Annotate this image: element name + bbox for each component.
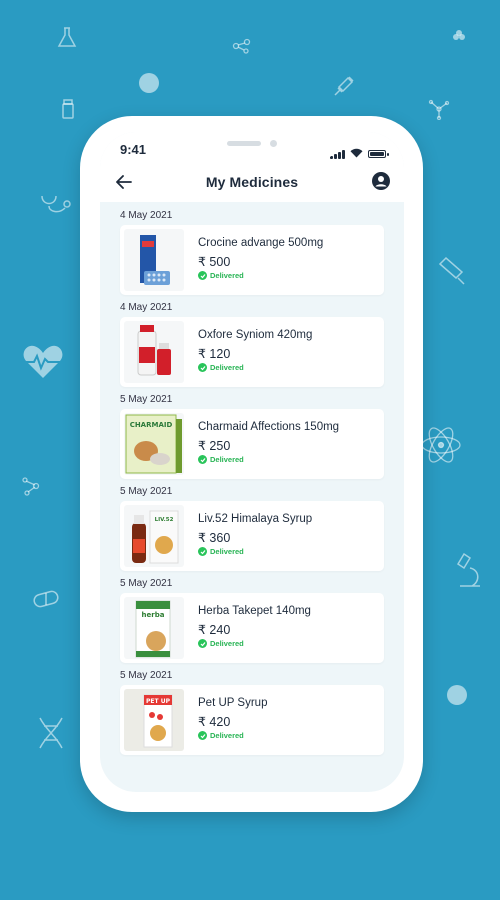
wifi-icon	[350, 145, 363, 163]
medicine-name: Oxfore Syniom 420mg	[198, 329, 313, 341]
heartbeat-icon	[22, 344, 64, 384]
package-label: PET UP	[146, 698, 171, 705]
medicine-price: ₹ 120	[198, 347, 231, 361]
medicine-card[interactable]: CHARMAID Charmaid Affections 150mg ₹ 250…	[120, 409, 384, 479]
medicine-card[interactable]: PET UP Pet UP Syrup ₹ 420 Delivered	[120, 685, 384, 755]
order-group: 4 May 2021 Crocine advange 500mg ₹ 500 D…	[120, 210, 384, 295]
medicine-name: Pet UP Syrup	[198, 697, 268, 709]
order-group: 4 May 2021 Oxfore Syniom 420mg ₹ 120 Del…	[120, 302, 384, 387]
delivery-status: Delivered	[198, 731, 244, 740]
stethoscope-icon	[40, 192, 74, 220]
check-circle-icon	[198, 639, 207, 648]
phone-notch	[168, 132, 338, 160]
delivery-status: Delivered	[198, 271, 244, 280]
atom-icon	[420, 422, 462, 472]
status-label: Delivered	[210, 455, 244, 464]
capsule-icon	[32, 588, 62, 614]
status-label: Delivered	[210, 363, 244, 372]
dna-icon	[36, 716, 66, 754]
medicine-price: ₹ 500	[198, 255, 231, 269]
medicine-card[interactable]: herba Herba Takepet 140mg ₹ 240 Delivere…	[120, 593, 384, 663]
package-label: CHARMAID	[130, 421, 173, 429]
product-image: LIV.52	[124, 505, 184, 567]
flask-icon	[56, 26, 78, 54]
battery-icon	[368, 150, 389, 158]
delivery-status: Delivered	[198, 547, 244, 556]
medicine-price: ₹ 420	[198, 715, 231, 729]
order-group: 5 May 2021 LIV.52 Liv.52 Himalaya Syrup …	[120, 486, 384, 571]
product-image: herba	[124, 597, 184, 659]
syringe-icon	[332, 74, 356, 102]
status-label: Delivered	[210, 731, 244, 740]
check-circle-icon	[198, 547, 207, 556]
order-group: 5 May 2021 CHARMAID Charmaid Affections …	[120, 394, 384, 479]
status-label: Delivered	[210, 547, 244, 556]
check-circle-icon	[198, 731, 207, 740]
app-screen: 9:41 My Medicines 4 May 2021 Crocine adv…	[100, 132, 404, 792]
speaker-grille	[227, 141, 261, 146]
clover-icon	[452, 28, 466, 47]
status-icons	[330, 145, 389, 163]
order-date: 4 May 2021	[120, 210, 173, 221]
microscope-icon	[454, 552, 484, 592]
package-label: herba	[142, 611, 165, 619]
medicine-price: ₹ 250	[198, 439, 231, 453]
tablet-icon	[446, 684, 468, 710]
status-time: 9:41	[120, 142, 147, 157]
order-date: 5 May 2021	[120, 578, 173, 589]
molecule-icon	[232, 38, 252, 58]
delivery-status: Delivered	[198, 639, 244, 648]
package-label: LIV.52	[155, 517, 174, 523]
order-date: 5 May 2021	[120, 486, 173, 497]
product-image: CHARMAID	[124, 413, 184, 475]
medicine-price: ₹ 240	[198, 623, 231, 637]
status-label: Delivered	[210, 271, 244, 280]
test-tube-icon	[436, 256, 468, 290]
product-image: PET UP	[124, 689, 184, 751]
app-header: 9:41 My Medicines	[100, 132, 404, 202]
medicine-name: Charmaid Affections 150mg	[198, 421, 340, 433]
check-circle-icon	[198, 271, 207, 280]
order-date: 4 May 2021	[120, 302, 173, 313]
product-image	[124, 229, 184, 291]
dna-molecule-icon	[20, 474, 42, 502]
order-group: 5 May 2021 PET UP Pet UP Syrup ₹ 420 Del…	[120, 670, 384, 755]
check-circle-icon	[198, 363, 207, 372]
medicine-card[interactable]: Crocine advange 500mg ₹ 500 Delivered	[120, 225, 384, 295]
delivery-status: Delivered	[198, 455, 244, 464]
pill-icon	[138, 72, 160, 98]
product-image	[124, 321, 184, 383]
camera-dot	[270, 140, 277, 147]
medicine-card[interactable]: Oxfore Syniom 420mg ₹ 120 Delivered	[120, 317, 384, 387]
user-profile-icon[interactable]	[372, 172, 390, 190]
medicine-card[interactable]: LIV.52 Liv.52 Himalaya Syrup ₹ 360 Deliv…	[120, 501, 384, 571]
page-title: My Medicines	[205, 174, 299, 190]
order-date: 5 May 2021	[120, 394, 173, 405]
medicine-price: ₹ 360	[198, 531, 231, 545]
order-date: 5 May 2021	[120, 670, 173, 681]
medicine-name: Crocine advange 500mg	[198, 237, 324, 249]
order-group: 5 May 2021 herba Herba Takepet 140mg ₹ 2…	[120, 578, 384, 663]
medicine-name: Liv.52 Himalaya Syrup	[198, 513, 313, 525]
medicine-order-list: 4 May 2021 Crocine advange 500mg ₹ 500 D…	[120, 208, 384, 762]
check-circle-icon	[198, 455, 207, 464]
medicine-name: Herba Takepet 140mg	[198, 605, 311, 617]
status-label: Delivered	[210, 639, 244, 648]
delivery-status: Delivered	[198, 363, 244, 372]
network-icon	[428, 98, 450, 124]
medicine-bottle-icon	[60, 98, 76, 124]
